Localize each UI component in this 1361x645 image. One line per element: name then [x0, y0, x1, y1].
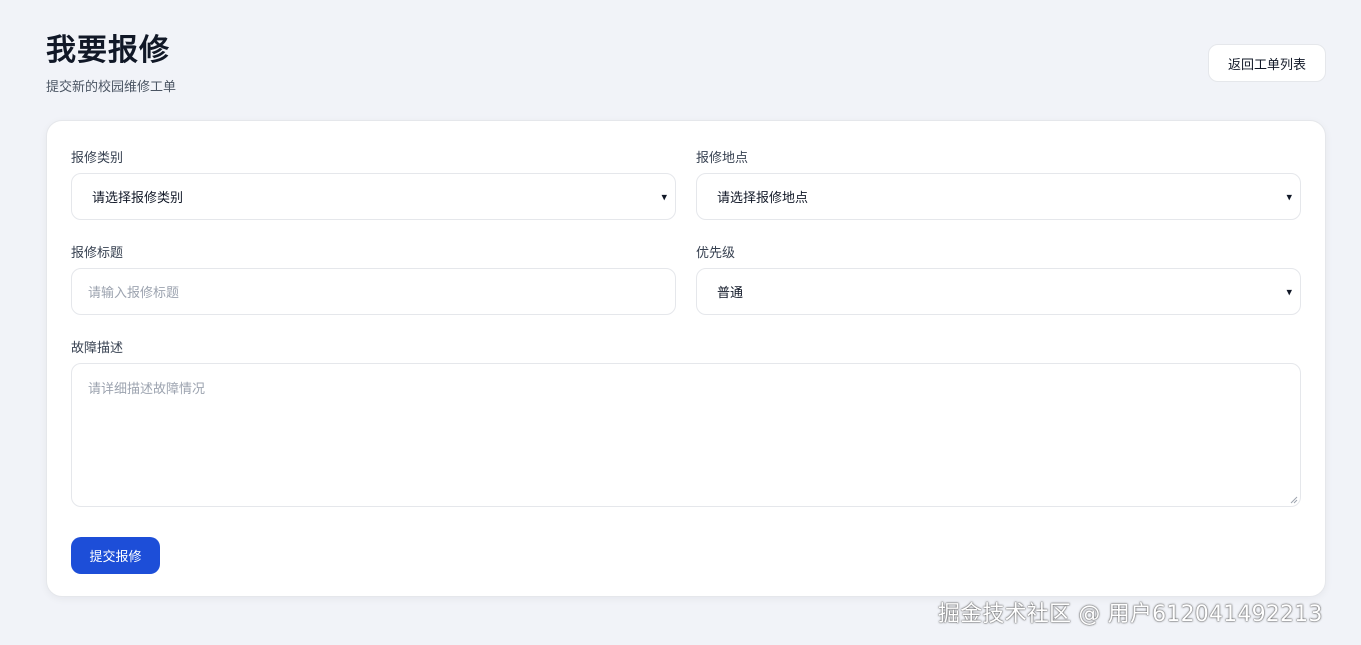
chevron-down-icon: ▾	[1286, 285, 1292, 298]
chevron-down-icon: ▾	[1286, 190, 1292, 203]
category-select[interactable]: 请选择报修类别 ▾	[71, 173, 676, 220]
description-placeholder: 请详细描述故障情况	[88, 382, 206, 397]
resize-handle-icon[interactable]	[1290, 496, 1298, 504]
location-select-value: 请选择报修地点	[717, 191, 809, 206]
page-subtitle: 提交新的校园维修工单	[46, 80, 177, 95]
priority-label: 优先级	[696, 246, 736, 261]
category-select-value: 请选择报修类别	[92, 191, 184, 206]
page-title: 我要报修	[46, 33, 170, 68]
title-input[interactable]: 请输入报修标题	[71, 268, 676, 315]
chevron-down-icon: ▾	[661, 190, 667, 203]
page: 我要报修 提交新的校园维修工单 返回工单列表 报修类别 请选择报修类别 ▾ 报修…	[0, 0, 1361, 645]
description-label: 故障描述	[71, 341, 124, 356]
priority-select-value: 普通	[717, 286, 744, 301]
priority-select[interactable]: 普通 ▾	[696, 268, 1301, 315]
repair-form-card: 报修类别 请选择报修类别 ▾ 报修地点 请选择报修地点 ▾ 报修标题 请输入报修…	[46, 120, 1326, 597]
title-input-placeholder: 请输入报修标题	[88, 286, 180, 301]
location-select[interactable]: 请选择报修地点 ▾	[696, 173, 1301, 220]
category-label: 报修类别	[71, 151, 124, 166]
back-to-list-button[interactable]: 返回工单列表	[1208, 44, 1326, 82]
title-label: 报修标题	[71, 246, 124, 261]
description-textarea[interactable]: 请详细描述故障情况	[71, 363, 1301, 507]
watermark: 掘金技术社区 @ 用户612041492213	[938, 602, 1323, 627]
submit-repair-button[interactable]: 提交报修	[71, 537, 160, 574]
location-label: 报修地点	[696, 151, 749, 166]
page-header: 我要报修 提交新的校园维修工单	[46, 30, 176, 95]
